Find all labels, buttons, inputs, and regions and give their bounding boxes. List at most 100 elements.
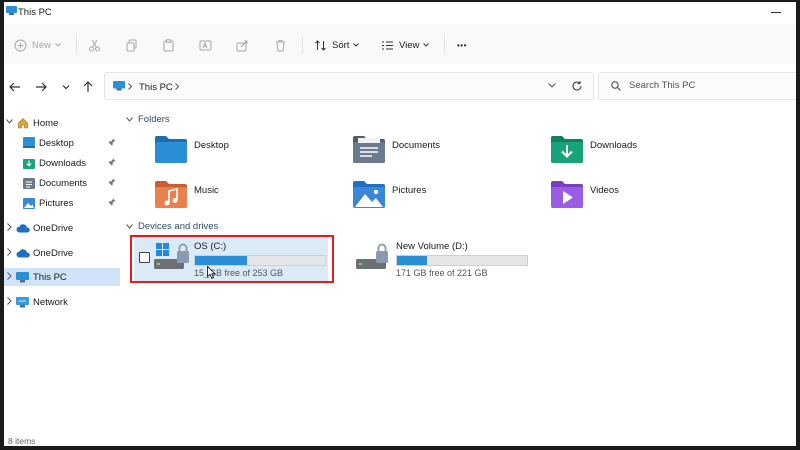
folder-name: Desktop — [194, 140, 229, 151]
chevron-down-icon — [126, 224, 133, 229]
sidebar-item-label: OneDrive — [33, 223, 74, 234]
pin-icon[interactable] — [108, 158, 116, 166]
new-button[interactable]: New — [14, 38, 61, 52]
item-count: 8 items — [8, 436, 36, 446]
copy-button[interactable] — [125, 38, 138, 52]
music-folder-icon — [155, 181, 187, 208]
this-pc-icon — [16, 272, 29, 283]
rename-icon — [199, 40, 212, 50]
navigation-pane: Home Desktop Downloads Documents Picture… — [4, 106, 120, 446]
sidebar-item-onedrive[interactable]: OneDrive — [4, 219, 120, 237]
chevron-right-icon[interactable] — [7, 272, 12, 280]
more-icon: ••• — [457, 40, 467, 50]
sidebar-item-label: Pictures — [39, 198, 74, 209]
view-button[interactable]: View — [381, 38, 430, 52]
pin-icon[interactable] — [108, 198, 116, 206]
delete-button[interactable] — [274, 38, 287, 52]
sidebar-item-home[interactable]: Home — [4, 114, 120, 132]
section-title: Folders — [138, 114, 170, 125]
pin-icon[interactable] — [108, 178, 116, 186]
sidebar-item-pictures[interactable]: Pictures — [4, 194, 120, 212]
plus-circle-icon — [14, 39, 27, 51]
chevron-right-icon[interactable] — [175, 83, 179, 90]
downloads-folder-icon — [551, 136, 583, 163]
chevron-down-icon — [55, 43, 61, 47]
paste-button[interactable] — [162, 38, 175, 52]
annotation-highlight-box — [130, 235, 334, 283]
address-history-chevron-icon[interactable] — [548, 83, 556, 88]
search-input[interactable] — [629, 78, 779, 93]
title-bar: This PC — [4, 2, 796, 24]
forward-arrow-icon[interactable] — [34, 80, 48, 94]
sidebar-item-network[interactable]: Network — [4, 293, 120, 311]
folder-desktop[interactable]: Desktop — [154, 134, 344, 168]
drive-usage-fill — [397, 256, 427, 265]
home-icon — [18, 118, 28, 129]
this-pc-icon — [6, 6, 17, 15]
up-arrow-icon[interactable] — [81, 80, 95, 94]
sidebar-item-desktop[interactable]: Desktop — [4, 134, 120, 152]
share-button[interactable] — [236, 38, 249, 52]
status-bar: 8 items — [4, 434, 796, 446]
view-label: View — [399, 39, 420, 51]
drive-free-space: 171 GB free of 221 GB — [396, 268, 488, 278]
drive-d[interactable]: New Volume (D:) 171 GB free of 221 GB — [356, 237, 556, 281]
chevron-right-icon — [128, 83, 132, 90]
network-icon — [16, 297, 29, 308]
cloud-icon — [16, 224, 30, 233]
downloads-folder-icon — [23, 159, 35, 169]
window-title: This PC — [18, 7, 52, 18]
pin-icon[interactable] — [108, 138, 116, 146]
folder-name: Videos — [590, 185, 619, 196]
drive-usage-bar — [396, 255, 528, 266]
address-bar-row: This PC — [4, 64, 796, 106]
chevron-down-icon — [126, 117, 133, 122]
chevron-down-icon — [353, 43, 360, 47]
sidebar-item-downloads[interactable]: Downloads — [4, 154, 120, 172]
share-icon — [236, 40, 248, 51]
folder-music[interactable]: Music — [154, 179, 344, 213]
sort-label: Sort — [332, 39, 350, 51]
sidebar-item-onedrive-personal[interactable]: OneDrive — [4, 244, 120, 262]
documents-folder-icon — [23, 178, 35, 189]
chevron-down-icon — [423, 43, 430, 47]
folder-videos[interactable]: Videos — [550, 179, 740, 213]
see-more-button[interactable]: ••• — [457, 38, 467, 52]
chevron-right-icon[interactable] — [7, 223, 12, 231]
address-bar[interactable]: This PC — [104, 72, 594, 100]
chevron-down-icon[interactable] — [6, 119, 13, 124]
sidebar-item-this-pc[interactable]: This PC — [4, 268, 120, 286]
new-label: New — [32, 39, 52, 51]
rename-button[interactable] — [199, 38, 212, 52]
recent-locations-chevron-icon[interactable] — [59, 80, 73, 94]
sidebar-item-label: OneDrive — [33, 248, 74, 259]
search-icon — [611, 81, 621, 91]
folder-name: Downloads — [590, 140, 637, 151]
sidebar-item-label: This PC — [33, 272, 67, 283]
folder-pictures[interactable]: Pictures — [352, 179, 542, 213]
documents-folder-icon — [353, 136, 385, 163]
sidebar-item-label: Network — [33, 297, 68, 308]
sort-button[interactable]: Sort — [314, 38, 360, 52]
section-title: Devices and drives — [138, 221, 219, 232]
folder-documents[interactable]: Documents — [352, 134, 542, 168]
pictures-folder-icon — [353, 181, 385, 208]
search-box[interactable] — [598, 72, 796, 100]
breadcrumb-this-pc[interactable]: This PC — [139, 82, 173, 93]
sidebar-item-label: Documents — [39, 178, 88, 189]
drive-name: New Volume (D:) — [396, 241, 468, 252]
trash-icon — [276, 39, 285, 51]
file-explorer-window: This PC New Sort View ••• This PC Search… — [4, 2, 796, 446]
sort-icon — [315, 39, 326, 51]
folder-name: Documents — [392, 140, 441, 151]
sidebar-item-label: Home — [33, 118, 59, 129]
minimize-button[interactable] — [768, 6, 784, 18]
cut-button[interactable] — [88, 38, 101, 52]
chevron-right-icon[interactable] — [7, 297, 12, 305]
sidebar-item-documents[interactable]: Documents — [4, 174, 120, 192]
refresh-icon[interactable] — [571, 80, 583, 92]
copy-icon — [126, 39, 137, 51]
back-arrow-icon[interactable] — [8, 80, 22, 94]
chevron-right-icon[interactable] — [7, 248, 12, 256]
folder-downloads[interactable]: Downloads — [550, 134, 740, 168]
